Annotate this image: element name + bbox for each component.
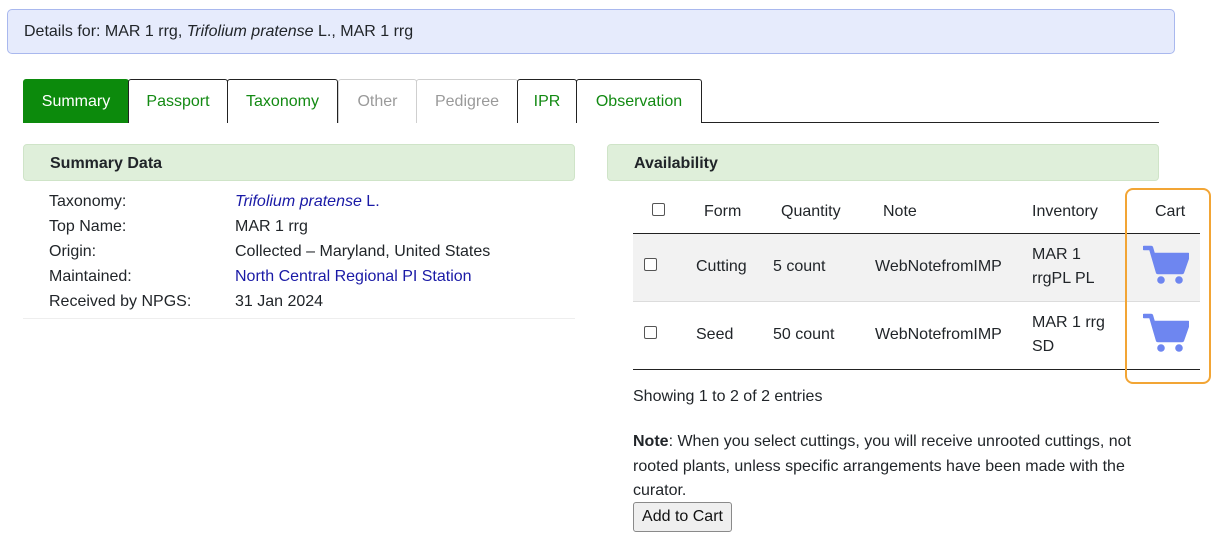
note-cell: WebNotefromIMP bbox=[874, 233, 1031, 302]
inventory-line: SD bbox=[1032, 338, 1055, 355]
tab-passport[interactable]: Passport bbox=[128, 79, 228, 123]
select-all-cell bbox=[633, 191, 686, 234]
inventory-line: MAR 1 rrg bbox=[1032, 314, 1105, 331]
table-row: Cutting 5 count WebNotefromIMP MAR 1 rrgP… bbox=[633, 233, 1200, 302]
summary-label: Maintained: bbox=[49, 268, 132, 285]
inventory-line: rrgPL PL bbox=[1032, 270, 1095, 287]
tab-pedigree: Pedigree bbox=[416, 79, 518, 123]
row-select-cell bbox=[633, 233, 686, 302]
maintained-link[interactable]: North Central Regional PI Station bbox=[235, 267, 472, 287]
note-label: Note bbox=[633, 433, 669, 450]
tab-bar: Summary Passport Taxonomy Other Pedigree… bbox=[23, 79, 1159, 123]
inventory-cell: MAR 1 rrgPL PL bbox=[1031, 233, 1133, 302]
details-prefix: Details for: MAR 1 rrg, bbox=[24, 23, 187, 40]
summary-label: Taxonomy: bbox=[49, 193, 127, 210]
details-bar: Details for: MAR 1 rrg, Trifolium praten… bbox=[7, 9, 1175, 54]
entries-count: Showing 1 to 2 of 2 entries bbox=[633, 388, 823, 405]
add-to-cart-button[interactable]: Add to Cart bbox=[633, 502, 732, 532]
row-checkbox[interactable] bbox=[644, 326, 657, 339]
form-cell: Cutting bbox=[686, 233, 773, 302]
column-header-inventory[interactable]: Inventory bbox=[1031, 191, 1133, 234]
quantity-cell: 5 count bbox=[773, 233, 874, 302]
table-row: Seed 50 count WebNotefromIMP MAR 1 rrg SD bbox=[633, 301, 1200, 370]
cuttings-note: Note: When you select cuttings, you will… bbox=[633, 430, 1173, 504]
row-select-cell bbox=[633, 301, 686, 370]
summary-label: Received by NPGS: bbox=[49, 293, 192, 310]
summary-value: Collected – Maryland, United States bbox=[235, 243, 491, 260]
tab-taxonomy[interactable]: Taxonomy bbox=[227, 79, 338, 123]
taxonomy-species: Trifolium pratense bbox=[235, 193, 362, 210]
inventory-cell: MAR 1 rrg SD bbox=[1031, 301, 1133, 370]
taxonomy-link[interactable]: Trifolium pratense L. bbox=[235, 192, 380, 212]
column-header-quantity[interactable]: Quantity bbox=[773, 191, 874, 234]
details-species: Trifolium pratense bbox=[186, 23, 314, 40]
summary-label: Origin: bbox=[49, 243, 97, 260]
column-header-note[interactable]: Note bbox=[874, 191, 1031, 234]
cart-column-highlight bbox=[1125, 188, 1211, 384]
quantity-cell: 50 count bbox=[773, 301, 874, 370]
tab-ipr[interactable]: IPR bbox=[517, 79, 577, 123]
select-all-checkbox[interactable] bbox=[652, 202, 665, 216]
tab-observation[interactable]: Observation bbox=[576, 79, 702, 123]
summary-data: Taxonomy: Trifolium pratense L. Top Name… bbox=[23, 181, 575, 319]
row-checkbox[interactable] bbox=[644, 258, 657, 271]
details-suffix: L., MAR 1 rrg bbox=[313, 23, 414, 40]
column-header-form[interactable]: Form bbox=[686, 191, 773, 234]
inventory-line: MAR 1 bbox=[1032, 246, 1081, 263]
summary-value: 31 Jan 2024 bbox=[235, 293, 324, 310]
summary-heading: Summary Data bbox=[23, 144, 575, 181]
summary-label: Top Name: bbox=[49, 218, 127, 235]
availability-table: Form Quantity Note Inventory Cart Cuttin… bbox=[633, 191, 1200, 370]
note-text: : When you select cuttings, you will rec… bbox=[633, 433, 1132, 499]
note-cell: WebNotefromIMP bbox=[874, 301, 1031, 370]
table-header-row: Form Quantity Note Inventory Cart bbox=[633, 191, 1200, 234]
summary-value: MAR 1 rrg bbox=[235, 218, 308, 235]
form-cell: Seed bbox=[686, 301, 773, 370]
taxonomy-authority: L. bbox=[361, 193, 380, 210]
tab-other: Other bbox=[338, 79, 417, 123]
availability-heading: Availability bbox=[607, 144, 1159, 181]
tab-summary[interactable]: Summary bbox=[23, 79, 129, 123]
